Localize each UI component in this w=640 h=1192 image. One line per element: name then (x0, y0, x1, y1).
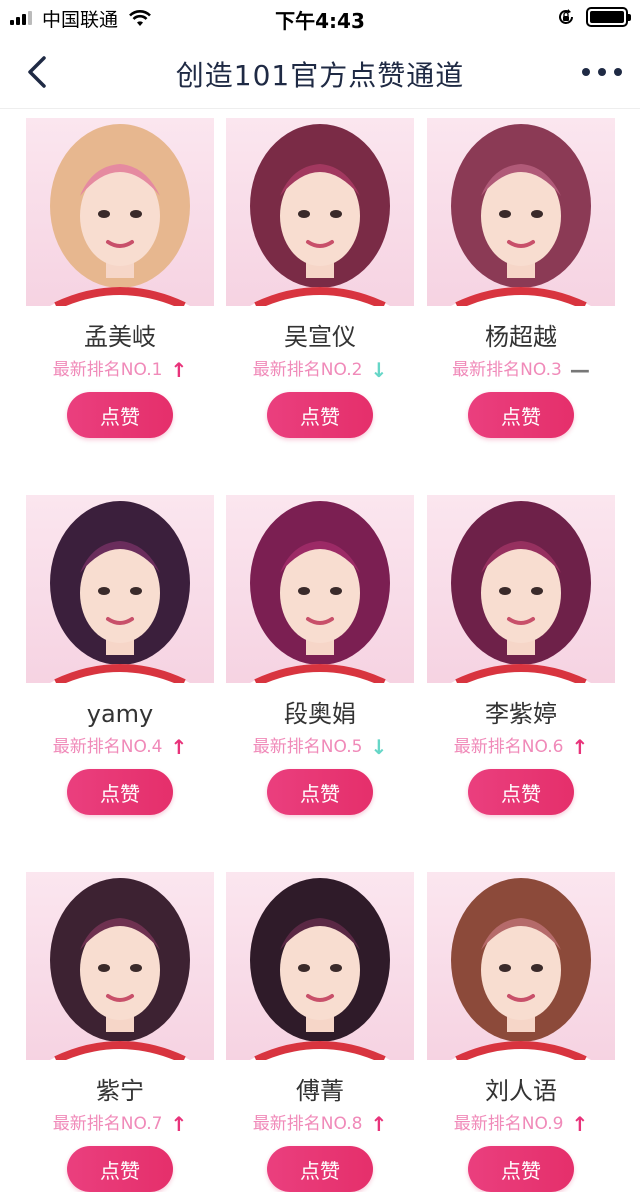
contestant-photo (26, 872, 214, 1060)
contestant-photo (26, 495, 214, 683)
rank-up-icon: ↑ (170, 1112, 188, 1136)
contestant-photo (26, 118, 214, 306)
contestant-rank: 最新排名NO.6 ↑ (427, 735, 615, 759)
contestant-name: yamy (86, 700, 154, 728)
rank-up-icon: ↑ (571, 1112, 589, 1136)
rank-label: 最新排名NO.8 (252, 1114, 363, 1134)
contestant-card: 刘人语最新排名NO.9 ↑ 点赞 (427, 872, 615, 1192)
contestant-name: 傅菁 (296, 1077, 344, 1105)
nav-bar: 创造101官方点赞通道 (0, 36, 640, 109)
status-time: 下午4:43 (275, 9, 365, 33)
like-button[interactable]: 点赞 (267, 1146, 373, 1192)
more-menu-button[interactable] (582, 58, 622, 86)
contestant-photo (427, 872, 615, 1060)
rank-label: 最新排名NO.5 (252, 737, 363, 757)
rank-up-icon: ↑ (170, 735, 188, 759)
rank-up-icon: ↑ (571, 735, 589, 759)
rank-down-icon: ↓ (370, 358, 388, 382)
contestant-photo (226, 495, 414, 683)
like-button[interactable]: 点赞 (267, 769, 373, 815)
contestant-name: 李紫婷 (485, 700, 557, 728)
rank-label: 最新排名NO.2 (252, 360, 363, 380)
contestant-card: 紫宁最新排名NO.7 ↑ 点赞 (26, 872, 214, 1192)
contestant-card: 吴宣仪最新排名NO.2 ↓ 点赞 (226, 118, 414, 438)
rank-label: 最新排名NO.9 (453, 1114, 564, 1134)
rank-label: 最新排名NO.3 (452, 360, 562, 380)
contestant-name: 杨超越 (485, 323, 557, 351)
rank-up-icon: ↑ (370, 1112, 388, 1136)
contestant-name: 吴宣仪 (284, 323, 356, 351)
like-button[interactable]: 点赞 (67, 392, 173, 438)
contestant-name: 段奥娟 (284, 700, 356, 728)
rotation-lock-icon (559, 9, 573, 24)
contestant-rank: 最新排名NO.2 ↓ (226, 358, 414, 382)
contestant-photo (427, 118, 615, 306)
like-button[interactable]: 点赞 (267, 392, 373, 438)
rank-label: 最新排名NO.7 (52, 1114, 163, 1134)
like-button[interactable]: 点赞 (468, 1146, 574, 1192)
like-button[interactable]: 点赞 (67, 1146, 173, 1192)
contestant-rank: 最新排名NO.3 — (427, 358, 615, 382)
contestant-photo (427, 495, 615, 683)
contestant-rank: 最新排名NO.5 ↓ (226, 735, 414, 759)
battery-icon (586, 7, 631, 27)
contestant-rank: 最新排名NO.8 ↑ (226, 1112, 414, 1136)
like-button[interactable]: 点赞 (468, 392, 574, 438)
page-title: 创造101官方点赞通道 (175, 59, 465, 92)
rank-down-icon: ↓ (370, 735, 388, 759)
rank-label: 最新排名NO.6 (453, 737, 564, 757)
contestant-name: 刘人语 (485, 1077, 557, 1105)
rank-up-icon: ↑ (170, 358, 188, 382)
contestant-name: 紫宁 (96, 1077, 144, 1105)
contestant-rank: 最新排名NO.9 ↑ (427, 1112, 615, 1136)
status-right (556, 7, 631, 27)
rank-same-icon: — (569, 358, 590, 382)
like-button[interactable]: 点赞 (67, 769, 173, 815)
contestant-photo (226, 118, 414, 306)
like-button[interactable]: 点赞 (468, 769, 574, 815)
contestant-card: 李紫婷最新排名NO.6 ↑ 点赞 (427, 495, 615, 815)
rank-label: 最新排名NO.1 (52, 360, 163, 380)
contestant-photo (226, 872, 414, 1060)
contestant-card: 段奥娟最新排名NO.5 ↓ 点赞 (226, 495, 414, 815)
contestant-rank: 最新排名NO.7 ↑ (26, 1112, 214, 1136)
contestant-card: 杨超越最新排名NO.3 — 点赞 (427, 118, 615, 438)
contestant-rank: 最新排名NO.4 ↑ (26, 735, 214, 759)
contestant-card: yamy 最新排名NO.4 ↑ 点赞 (26, 495, 214, 815)
rank-label: 最新排名NO.4 (52, 737, 163, 757)
contestant-name: 孟美岐 (84, 323, 156, 351)
contestant-card: 孟美岐最新排名NO.1 ↑ 点赞 (26, 118, 214, 438)
contestant-rank: 最新排名NO.1 ↑ (26, 358, 214, 382)
contestant-card: 傅菁最新排名NO.8 ↑ 点赞 (226, 872, 414, 1192)
status-bar: 中国联通 下午4:43 (0, 0, 640, 36)
